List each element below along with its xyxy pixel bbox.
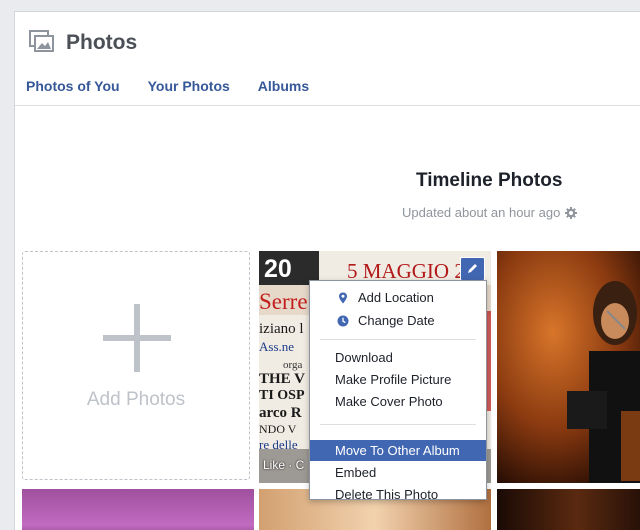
- poster-line-6: TI OSP: [259, 388, 305, 403]
- poster-line-3: Ass.ne: [259, 339, 294, 354]
- menu-item-label: Change Date: [358, 313, 435, 328]
- poster-line-2: iziano l: [259, 321, 304, 337]
- poster-number: 20: [264, 255, 292, 283]
- poster-line-1: Serre: [259, 289, 308, 314]
- like-link[interactable]: Like · C: [263, 458, 304, 472]
- tab-albums[interactable]: Albums: [258, 78, 309, 94]
- edit-photo-button[interactable]: [460, 257, 485, 281]
- tab-photos-of-you[interactable]: Photos of You: [26, 78, 120, 94]
- photo-thumbnail[interactable]: [22, 489, 254, 530]
- photo-options-menu: Add Location Change Date Download Make P…: [309, 280, 487, 502]
- pencil-icon: [468, 264, 477, 273]
- photos-header: Photos Photos of You Your Photos Albums: [15, 12, 640, 106]
- photos-card: Photos Photos of You Your Photos Albums …: [14, 11, 640, 530]
- plus-icon-bar: [103, 335, 171, 341]
- menu-divider: [320, 339, 476, 340]
- menu-item-make-profile-picture[interactable]: Make Profile Picture: [310, 369, 486, 390]
- photo-tabs: Photos of You Your Photos Albums: [26, 78, 309, 94]
- poster-line-8: NDO V: [259, 422, 297, 436]
- updated-text: Updated about an hour ago: [402, 205, 561, 220]
- album-title: Timeline Photos: [416, 170, 563, 191]
- page-title: Photos: [66, 31, 138, 54]
- menu-item-make-cover-photo[interactable]: Make Cover Photo: [310, 391, 486, 412]
- photos-icon: [29, 30, 54, 52]
- tab-your-photos[interactable]: Your Photos: [148, 78, 230, 94]
- location-pin-icon: [339, 292, 347, 304]
- page: Photos Photos of You Your Photos Albums …: [0, 0, 640, 530]
- menu-divider: [320, 424, 476, 425]
- concert-image: [497, 251, 640, 483]
- add-photos-label: Add Photos: [86, 389, 186, 410]
- poster-line-5: THE V: [259, 371, 305, 387]
- add-photos-button[interactable]: Add Photos: [22, 251, 250, 480]
- menu-item-download[interactable]: Download: [310, 347, 486, 368]
- menu-item-change-date[interactable]: Change Date: [310, 310, 486, 331]
- photo-thumbnail[interactable]: [497, 489, 640, 530]
- menu-item-add-location[interactable]: Add Location: [310, 287, 486, 308]
- gear-icon[interactable]: [565, 206, 578, 219]
- menu-item-move-to-other-album[interactable]: Move To Other Album: [310, 440, 486, 461]
- clock-icon: [337, 315, 349, 327]
- photo-thumbnail[interactable]: [497, 251, 640, 483]
- menu-item-embed[interactable]: Embed: [310, 462, 486, 483]
- album-updated: Updated about an hour ago: [402, 205, 578, 220]
- poster-line-7: arco R: [259, 405, 302, 421]
- poster-line-4: orga: [283, 359, 302, 371]
- menu-item-delete-this-photo[interactable]: Delete This Photo: [310, 484, 486, 505]
- menu-item-label: Add Location: [358, 290, 434, 305]
